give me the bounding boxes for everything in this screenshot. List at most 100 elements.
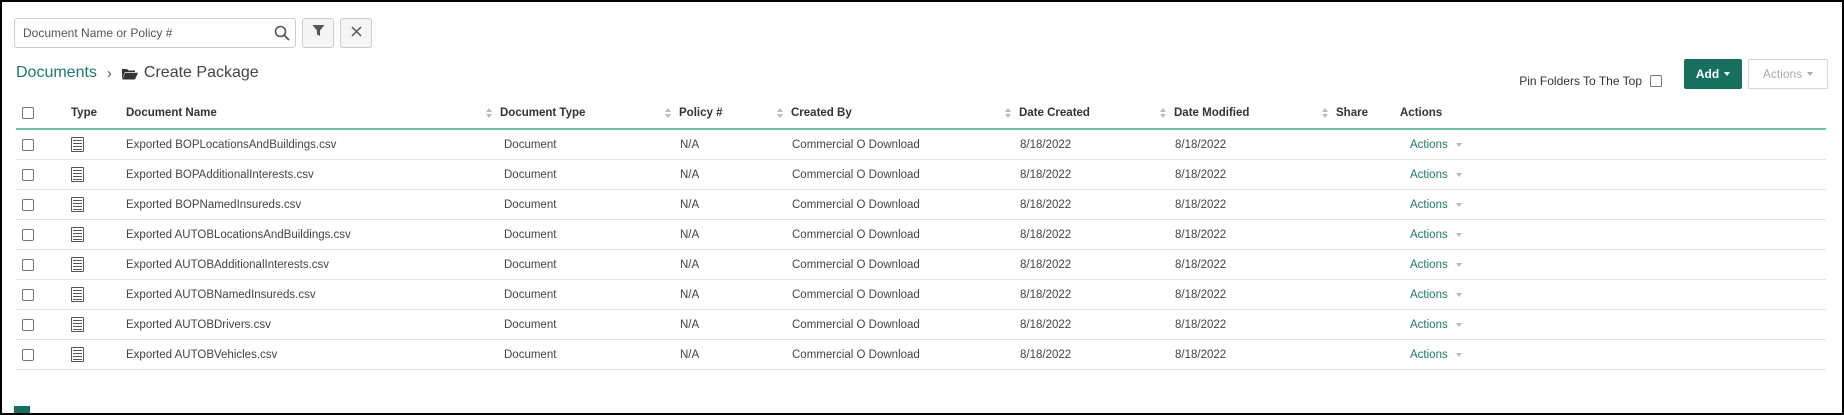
type-cell [71,340,84,369]
cell-actions-text: Actions [1410,198,1448,211]
document-name-cell[interactable]: Exported AUTOBDrivers.csv [126,310,271,339]
header-policy[interactable]: Policy # [665,98,722,128]
row-actions-dropdown[interactable]: Actions [1410,310,1462,339]
cell-actions-text: Actions [1410,348,1448,361]
header-document-name[interactable]: Document Name [126,98,217,128]
cell-policy-text: N/A [680,348,700,361]
table-header: Type Document Name Document Type Policy … [16,98,1826,130]
date-created-cell: 8/18/2022 [1020,250,1071,279]
document-type-cell: Document [504,310,556,339]
add-button[interactable]: Add [1684,59,1742,89]
row-actions-dropdown[interactable]: Actions [1410,130,1462,159]
row-checkbox[interactable] [22,228,34,241]
table-row[interactable]: Exported AUTOBAdditionalInterests.csv Do… [16,250,1826,280]
cell-date-created-text: 8/18/2022 [1020,288,1072,301]
document-name-cell[interactable]: Exported AUTOBAdditionalInterests.csv [126,250,329,279]
header-share[interactable]: Share [1322,98,1368,128]
type-cell [71,190,84,219]
date-modified-cell: 8/18/2022 [1175,190,1226,219]
cell-created-by-text: Commercial O Download [792,198,920,211]
table-row[interactable]: Exported AUTOBNamedInsureds.csv Document… [16,280,1826,310]
breadcrumb-current: Create Package [143,64,259,81]
header-document-type-label: Document Type [500,107,586,119]
cell-date-created-text: 8/18/2022 [1020,318,1072,331]
row-actions-dropdown[interactable]: Actions [1410,190,1462,219]
document-icon [71,137,84,152]
row-checkbox[interactable] [22,138,34,151]
header-document-type[interactable]: Document Type [486,98,585,128]
document-name-cell[interactable]: Exported BOPAdditionalInterests.csv [126,160,314,189]
header-policy-label: Policy # [679,107,723,119]
policy-cell: N/A [680,160,699,189]
row-actions-dropdown[interactable]: Actions [1410,220,1462,249]
document-icon [71,197,84,212]
row-checkbox[interactable] [22,348,34,361]
row-checkbox[interactable] [22,288,34,301]
date-modified-cell: 8/18/2022 [1175,250,1226,279]
search-icon[interactable] [269,20,295,46]
document-name-cell[interactable]: Exported BOPNamedInsureds.csv [126,190,301,219]
table-row[interactable]: Exported BOPLocationsAndBuildings.csv Do… [16,130,1826,160]
pin-folders-checkbox[interactable] [1650,75,1662,87]
pin-folders-toggle[interactable]: Pin Folders To The Top [1519,74,1662,88]
cell-name-text: Exported AUTOBLocationsAndBuildings.csv [126,228,351,241]
row-checkbox[interactable] [22,168,34,181]
header-date-created[interactable]: Date Created [1005,98,1090,128]
breadcrumb-documents-link[interactable]: Documents [16,64,97,82]
cell-actions-text: Actions [1410,168,1448,181]
cell-name-text: Exported AUTOBNamedInsureds.csv [126,288,316,301]
cell-date-created-text: 8/18/2022 [1020,258,1072,271]
cell-doc-type-text: Document [504,198,557,211]
cell-created-by-text: Commercial O Download [792,138,920,151]
row-checkbox[interactable] [22,258,34,271]
table-row[interactable]: Exported AUTOBDrivers.csv Document N/A C… [16,310,1826,340]
date-created-cell: 8/18/2022 [1020,190,1071,219]
row-actions-dropdown[interactable]: Actions [1410,250,1462,279]
row-actions-dropdown[interactable]: Actions [1410,160,1462,189]
search-input[interactable] [15,20,269,46]
filter-button[interactable] [302,18,334,48]
header-created-by[interactable]: Created By [777,98,852,128]
header-type[interactable]: Type [71,98,97,128]
document-icon [71,257,84,272]
chevron-down-icon [1455,292,1462,297]
scroll-indicator[interactable] [14,406,30,413]
table-row[interactable]: Exported BOPNamedInsureds.csv Document N… [16,190,1826,220]
table-row[interactable]: Exported BOPAdditionalInterests.csv Docu… [16,160,1826,190]
document-icon [71,287,84,302]
actions-dropdown-button[interactable]: Actions [1748,59,1828,89]
type-cell [71,130,84,159]
row-actions-dropdown[interactable]: Actions [1410,280,1462,309]
table-row[interactable]: Exported AUTOBLocationsAndBuildings.csv … [16,220,1826,250]
cell-date-modified-text: 8/18/2022 [1175,288,1227,301]
header-created-by-label: Created By [791,107,852,119]
cell-name-text: Exported AUTOBVehicles.csv [126,348,278,361]
document-name-cell[interactable]: Exported AUTOBLocationsAndBuildings.csv [126,220,351,249]
cell-policy-text: N/A [680,228,700,241]
cell-actions-text: Actions [1410,318,1448,331]
cell-created-by-text: Commercial O Download [792,318,920,331]
cell-doc-type-text: Document [504,168,557,181]
add-button-label: Add [1695,67,1720,81]
app-window: Documents › Create Package Pin Folders T… [0,0,1844,415]
document-name-cell[interactable]: Exported BOPLocationsAndBuildings.csv [126,130,336,159]
cell-policy-text: N/A [680,198,700,211]
select-all-checkbox[interactable] [22,107,34,119]
search-bar [14,18,372,48]
document-name-cell[interactable]: Exported AUTOBVehicles.csv [126,340,277,369]
header-date-modified[interactable]: Date Modified [1160,98,1249,128]
document-name-cell[interactable]: Exported AUTOBNamedInsureds.csv [126,280,316,309]
table-row[interactable]: Exported AUTOBVehicles.csv Document N/A … [16,340,1826,370]
created-by-cell: Commercial O Download [792,220,920,249]
created-by-cell: Commercial O Download [792,160,920,189]
actions-button-label: Actions [1762,67,1803,81]
row-actions-dropdown[interactable]: Actions [1410,340,1462,369]
date-modified-cell: 8/18/2022 [1175,160,1226,189]
clear-search-button[interactable] [340,18,372,48]
document-type-cell: Document [504,250,556,279]
row-checkbox[interactable] [22,318,34,331]
cell-created-by-text: Commercial O Download [792,258,920,271]
cell-doc-type-text: Document [504,138,557,151]
row-checkbox[interactable] [22,198,34,211]
chevron-down-icon [1455,232,1462,237]
